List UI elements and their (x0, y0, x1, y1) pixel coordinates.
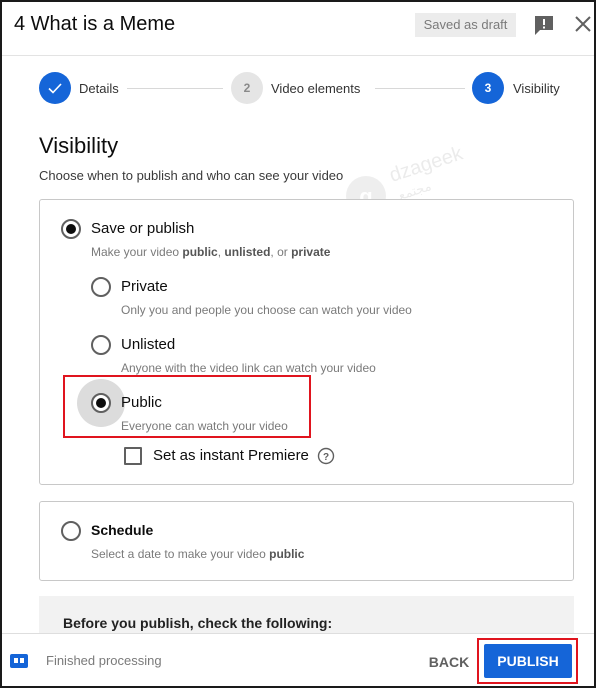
processing-status: Finished processing (46, 653, 162, 668)
schedule-radio[interactable] (61, 521, 81, 541)
instant-premiere-label[interactable]: Set as instant Premiere (153, 447, 309, 464)
step-label-video-elements[interactable]: Video elements (271, 81, 360, 96)
save-or-publish-label[interactable]: Save or publish (91, 220, 194, 237)
step-label-details[interactable]: Details (79, 81, 119, 96)
visibility-description: Choose when to publish and who can see y… (39, 168, 344, 183)
publish-button[interactable]: PUBLISH (484, 644, 572, 678)
unlisted-label[interactable]: Unlisted (121, 336, 175, 353)
upload-stepper: Details 2 Video elements 3 Visibility (2, 72, 594, 106)
hd-processing-icon (10, 654, 28, 668)
schedule-description: Select a date to make your video public (91, 547, 305, 561)
step-connector (375, 88, 465, 89)
step-connector (127, 88, 223, 89)
unlisted-description: Anyone with the video link can watch you… (121, 361, 376, 375)
unlisted-radio[interactable] (91, 335, 111, 355)
private-radio[interactable] (91, 277, 111, 297)
pre-publish-checklist: Before you publish, check the following: (39, 596, 574, 636)
step-details-check-icon[interactable] (39, 72, 71, 104)
video-title: 4 What is a Meme (14, 13, 176, 35)
draft-status-badge: Saved as draft (415, 13, 516, 37)
svg-text:?: ? (323, 452, 329, 463)
save-or-publish-card (39, 199, 574, 485)
public-option-highlight (63, 375, 311, 438)
dialog-footer: Finished processing BACK PUBLISH (2, 633, 594, 686)
schedule-card[interactable] (39, 501, 574, 581)
instant-premiere-checkbox[interactable] (124, 447, 142, 465)
schedule-label[interactable]: Schedule (91, 522, 153, 538)
close-icon[interactable] (573, 14, 593, 34)
checklist-title: Before you publish, check the following: (63, 615, 333, 631)
feedback-icon[interactable] (533, 14, 555, 36)
step-label-visibility[interactable]: Visibility (513, 81, 560, 96)
save-or-publish-radio[interactable] (61, 219, 81, 239)
save-or-publish-description: Make your video public, unlisted, or pri… (91, 245, 331, 259)
step-badge-visibility[interactable]: 3 (472, 72, 504, 104)
private-description: Only you and people you choose can watch… (121, 303, 412, 317)
step-badge-video-elements[interactable]: 2 (231, 72, 263, 104)
back-button[interactable]: BACK (420, 648, 478, 676)
upload-dialog: 4 What is a Meme Saved as draft Details … (0, 0, 596, 688)
visibility-heading: Visibility (39, 133, 119, 158)
help-icon[interactable]: ? (317, 447, 335, 465)
dialog-header: 4 What is a Meme Saved as draft (2, 2, 594, 56)
private-label[interactable]: Private (121, 278, 168, 295)
